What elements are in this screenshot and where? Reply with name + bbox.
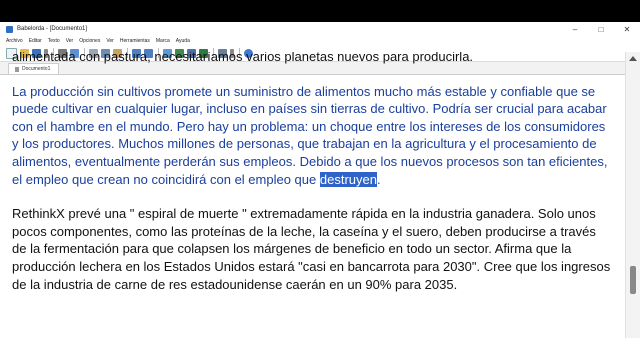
menu-archivo[interactable]: Archivo xyxy=(6,38,23,44)
window-title: Babelorda - [Documento1] xyxy=(17,26,88,32)
paragraph-2: RethinkX prevé una " espiral de muerte "… xyxy=(12,206,611,292)
menu-opciones[interactable]: Opciones xyxy=(79,38,100,44)
menu-editar[interactable]: Editar xyxy=(29,38,42,44)
paragraph-1: La producción sin cultivos promete un su… xyxy=(12,83,612,189)
menu-herramientas[interactable]: Herramientas xyxy=(120,38,150,44)
document-area[interactable]: alimentada con pastura, necesitaríamos v… xyxy=(0,52,626,338)
menu-marca[interactable]: Marca xyxy=(156,38,170,44)
minimize-icon[interactable]: – xyxy=(562,25,588,34)
paragraph-1-end: . xyxy=(376,171,381,187)
document-content[interactable]: alimentada con pastura, necesitaríamos v… xyxy=(0,52,626,293)
title-bar: Babelorda - [Documento1] – □ ✕ xyxy=(0,22,640,36)
vertical-scrollbar[interactable] xyxy=(625,52,640,338)
maximize-icon[interactable]: □ xyxy=(588,25,614,34)
menu-ver-2[interactable]: Ver xyxy=(106,38,114,44)
menu-texto[interactable]: Texto xyxy=(48,38,60,44)
paragraph-1-text: La producción sin cultivos promete un su… xyxy=(12,83,608,187)
close-icon[interactable]: ✕ xyxy=(614,25,640,34)
menu-ayuda[interactable]: Ayuda xyxy=(176,38,190,44)
scrollbar-thumb[interactable] xyxy=(630,266,636,294)
menu-ver[interactable]: Ver xyxy=(66,38,74,44)
selected-word[interactable]: destruyen xyxy=(319,171,377,187)
scroll-up-icon[interactable] xyxy=(629,56,637,61)
menu-bar: Archivo Editar Texto Ver Opciones Ver He… xyxy=(0,36,640,45)
paragraph-0: alimentada con pastura, necesitaríamos v… xyxy=(12,52,474,64)
app-icon xyxy=(6,25,13,33)
